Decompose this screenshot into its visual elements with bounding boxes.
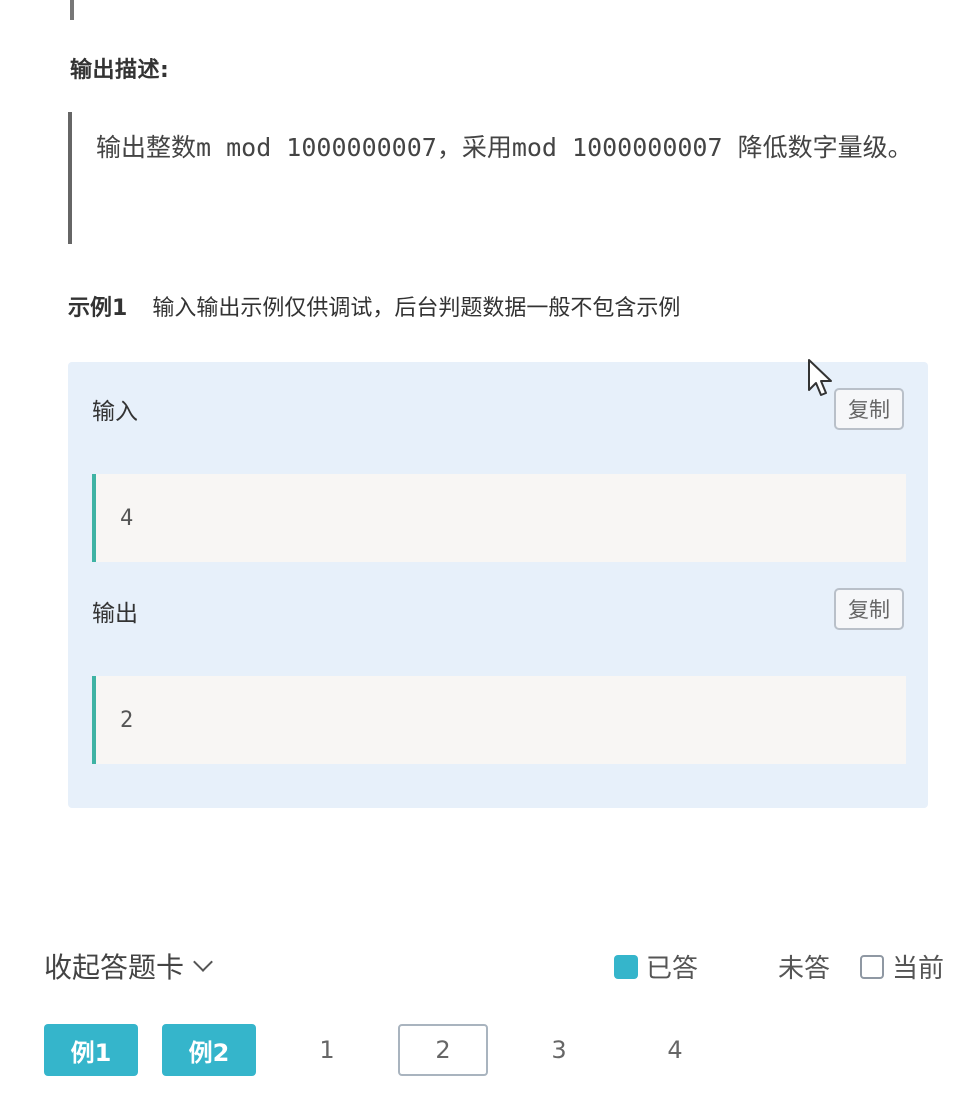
input-label: 输入 bbox=[92, 399, 138, 425]
output-code-box[interactable]: 2 bbox=[92, 676, 906, 764]
copy-input-button[interactable]: 复制 bbox=[834, 388, 904, 430]
answer-item-3[interactable]: 3 bbox=[512, 1024, 606, 1076]
answer-item-example-2[interactable]: 例2 bbox=[162, 1024, 256, 1076]
collapse-toggle-label: 收起答题卡 bbox=[44, 951, 185, 984]
legend-unanswered-label: 未答 bbox=[778, 954, 831, 984]
current-swatch bbox=[860, 954, 884, 979]
answered-swatch bbox=[614, 954, 638, 979]
problem-page: 输出描述: 输出整数m mod 1000000007，采用mod 1000000… bbox=[0, 0, 960, 1101]
legend-current-label: 当前 bbox=[892, 954, 945, 984]
output-description: 输出整数m mod 1000000007，采用mod 1000000007 降低… bbox=[68, 112, 928, 244]
example-note: 输入输出示例仅供调试，后台判题数据一般不包含示例 bbox=[152, 296, 681, 321]
copy-output-button[interactable]: 复制 bbox=[834, 588, 904, 630]
collapse-answer-card-toggle[interactable]: 收起答题卡 bbox=[44, 946, 213, 986]
output-value: 2 bbox=[120, 707, 134, 733]
input-code-box[interactable]: 4 bbox=[92, 474, 906, 562]
input-value: 4 bbox=[120, 505, 134, 531]
chevron-down-icon bbox=[193, 952, 213, 972]
example-header: 示例1 输入输出示例仅供调试，后台判题数据一般不包含示例 bbox=[68, 290, 680, 322]
example-label: 示例1 bbox=[68, 296, 128, 321]
legend-unanswered: 未答 bbox=[778, 948, 830, 985]
output-description-text: 输出整数m mod 1000000007，采用mod 1000000007 降低… bbox=[96, 133, 913, 162]
legend-answered: 已答 bbox=[614, 948, 698, 985]
output-label: 输出 bbox=[92, 601, 138, 627]
legend-answered-label: 已答 bbox=[646, 954, 699, 984]
output-section-title: 输出描述: bbox=[70, 58, 170, 83]
answer-item-2[interactable]: 2 bbox=[398, 1024, 488, 1076]
answer-item-4[interactable]: 4 bbox=[628, 1024, 722, 1076]
divider bbox=[70, 0, 74, 20]
answer-item-1[interactable]: 1 bbox=[280, 1024, 374, 1076]
example-card: 输入 复制 4 输出 复制 2 bbox=[68, 362, 928, 808]
legend-current: 当前 bbox=[860, 948, 944, 985]
cursor-icon bbox=[808, 359, 832, 396]
answer-item-example-1[interactable]: 例1 bbox=[44, 1024, 138, 1076]
answer-card-items: 例1 例2 1 2 3 4 bbox=[44, 1024, 960, 1078]
